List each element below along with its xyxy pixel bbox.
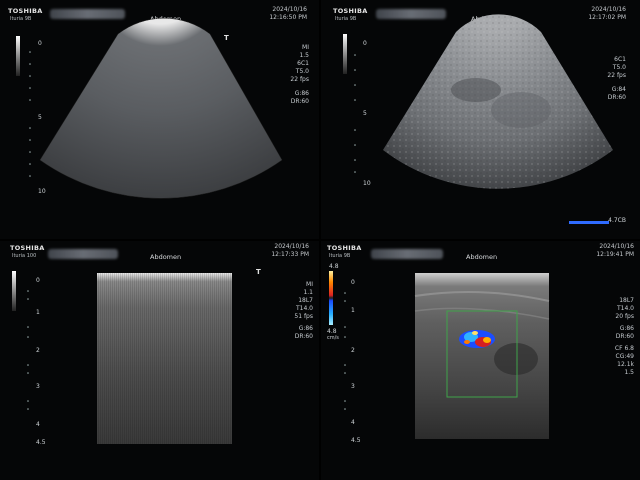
ultrasound-panel-2: TOSHIBA Ituria 9B Abdomen 2024/10/16 12:…: [321, 0, 640, 239]
convex-sector-image: [354, 14, 613, 224]
color-flow-signal: [459, 330, 495, 348]
ultrasound-panel-3: TOSHIBA Ituria 100 Abdomen 2024/10/16 12…: [0, 241, 319, 480]
scale-bar: [569, 221, 609, 224]
ultrasound-panel-4: TOSHIBA Ituria 9B Abdomen 2024/10/16 12:…: [321, 241, 640, 480]
convex-sector-image: [29, 17, 283, 199]
linear-image: [27, 273, 232, 444]
scale-label: 4.7CB: [608, 217, 626, 224]
doppler-image: [344, 273, 550, 439]
ultrasound-panel-1: TOSHIBA Ituria 9B Abdomen 2024/10/16 12:…: [0, 0, 319, 239]
